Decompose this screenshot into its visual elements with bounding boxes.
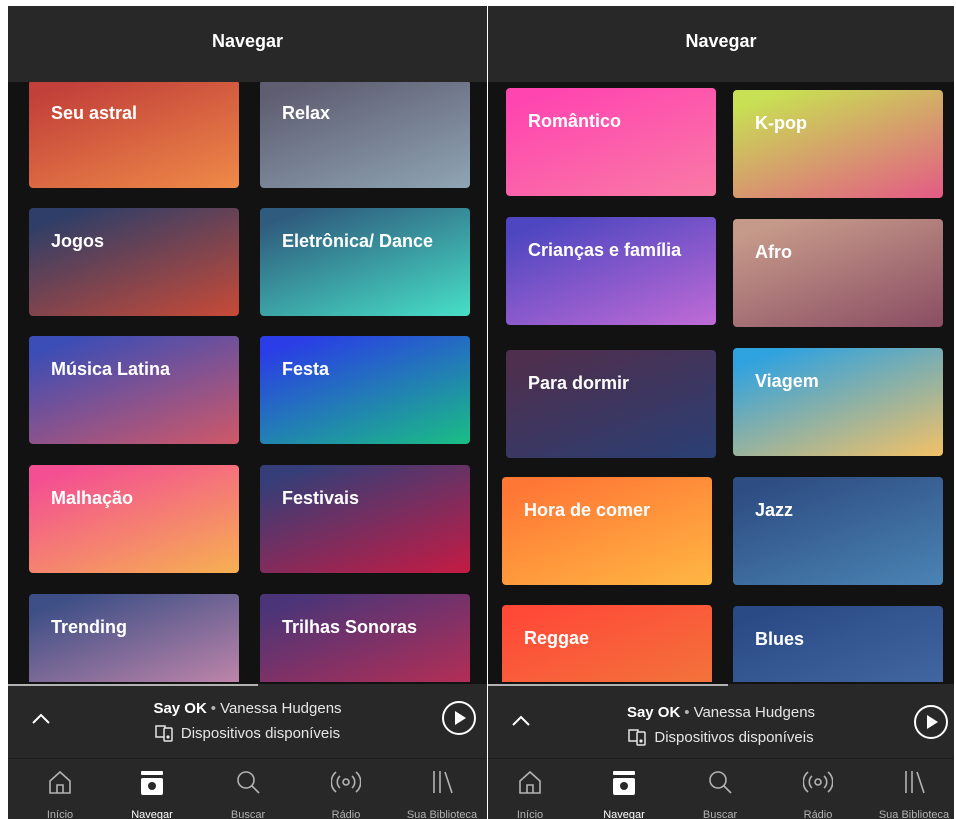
- now-playing-bar[interactable]: Say OK • Vanessa Hudgens Dispositivos disp…: [488, 684, 954, 758]
- category-tile[interactable]: Jazz: [733, 477, 943, 585]
- category-label: Trilhas Sonoras: [282, 617, 418, 637]
- category-label: Reggae: [524, 628, 590, 648]
- devices-row[interactable]: Dispositivos disponíveis: [488, 728, 954, 746]
- category-tile[interactable]: Hora de comer: [502, 477, 712, 585]
- search-icon: [709, 771, 732, 794]
- category-grid: Romântico K-pop Crianças e família Afro …: [488, 82, 954, 682]
- category-tile[interactable]: Festivais: [260, 465, 470, 573]
- play-icon[interactable]: [913, 704, 949, 740]
- category-label: Festa: [282, 359, 330, 379]
- browse-icon: [141, 771, 163, 795]
- category-tile[interactable]: Seu astral: [29, 82, 239, 188]
- tab-inicio[interactable]: Início: [20, 759, 100, 819]
- tab-buscar[interactable]: Buscar: [208, 759, 288, 819]
- devices-icon: [155, 725, 173, 742]
- tab-bar: Início Navegar Buscar Rádio Sua Bibliote…: [488, 758, 954, 819]
- tab-navegar[interactable]: Navegar: [584, 759, 664, 819]
- category-tile[interactable]: Música Latina: [29, 336, 239, 444]
- category-label: Eletrônica/ Dance: [282, 231, 434, 251]
- page-title: Navegar: [685, 30, 757, 51]
- category-tile[interactable]: Romântico: [506, 88, 716, 196]
- category-tile[interactable]: K-pop: [733, 90, 943, 198]
- category-label: Malhação: [51, 488, 134, 508]
- track-title: Say OK: [626, 704, 681, 721]
- tab-navegar[interactable]: Navegar: [112, 759, 192, 819]
- screen-right: Navegar Romântico K-pop Crianças e famíl…: [488, 6, 954, 819]
- devices-label: Dispositivos disponíveis: [180, 725, 341, 742]
- home-icon: [519, 770, 541, 794]
- track-title: Say OK: [153, 700, 207, 717]
- radio-icon: [803, 771, 833, 793]
- category-tile[interactable]: Para dormir: [506, 350, 716, 458]
- track-info: Say OK • Vanessa Hudgens: [488, 704, 954, 721]
- category-tile[interactable]: Jogos: [29, 208, 239, 316]
- tab-biblioteca[interactable]: Sua Biblioteca: [402, 759, 482, 819]
- library-icon: [905, 771, 925, 794]
- category-label: K-pop: [755, 113, 807, 133]
- tab-label: Sua Biblioteca: [406, 809, 478, 819]
- category-tile[interactable]: Viagem: [733, 348, 943, 456]
- progress-bar: [488, 684, 728, 686]
- category-tile[interactable]: Eletrônica/ Dance: [260, 208, 470, 316]
- tab-biblioteca[interactable]: Sua Biblioteca: [874, 759, 954, 819]
- play-icon[interactable]: [441, 700, 477, 736]
- devices-row[interactable]: Dispositivos disponíveis: [8, 724, 487, 742]
- screen-left: Navegar Seu astral Relax Jogos Eletrônic…: [8, 6, 487, 819]
- category-label: Jogos: [51, 231, 105, 251]
- category-tile[interactable]: Relax: [260, 82, 470, 188]
- browse-icon: [613, 771, 635, 795]
- category-label: Romântico: [528, 111, 622, 131]
- tab-inicio[interactable]: Início: [490, 759, 570, 819]
- page-title: Navegar: [211, 30, 284, 51]
- progress-bar: [8, 684, 258, 686]
- tab-radio[interactable]: Rádio: [778, 759, 858, 819]
- category-tile[interactable]: Trending: [29, 594, 239, 682]
- category-label: Para dormir: [528, 373, 630, 393]
- home-icon: [49, 770, 71, 794]
- tab-label: Sua Biblioteca: [878, 809, 950, 819]
- category-label: Seu astral: [51, 103, 138, 123]
- separator: •: [210, 700, 217, 717]
- category-label: Afro: [755, 242, 792, 262]
- devices-icon: [628, 729, 647, 746]
- tab-buscar[interactable]: Buscar: [680, 759, 760, 819]
- category-tile[interactable]: Crianças e família: [506, 217, 716, 325]
- radio-icon: [331, 771, 361, 793]
- now-playing-bar[interactable]: Say OK • Vanessa Hudgens Dispositivos disp…: [8, 684, 487, 758]
- category-label: Viagem: [755, 371, 819, 391]
- header: Navegar: [488, 6, 954, 82]
- category-label: Blues: [755, 629, 805, 649]
- track-info: Say OK • Vanessa Hudgens: [8, 700, 487, 717]
- header: Navegar: [8, 6, 487, 82]
- category-label: Crianças e família: [528, 240, 682, 260]
- separator: •: [684, 704, 690, 721]
- category-tile[interactable]: Malhação: [29, 465, 239, 573]
- category-label: Relax: [282, 103, 331, 123]
- category-label: Festivais: [282, 488, 360, 508]
- category-label: Jazz: [755, 500, 794, 520]
- category-grid: Seu astral Relax Jogos Eletrônica/ Dance…: [8, 82, 487, 682]
- category-tile[interactable]: Trilhas Sonoras: [260, 594, 470, 682]
- category-label: Trending: [51, 617, 127, 637]
- category-tile[interactable]: Afro: [733, 219, 943, 327]
- devices-label: Dispositivos disponíveis: [654, 729, 814, 746]
- category-label: Hora de comer: [524, 500, 651, 520]
- tab-bar: Início Navegar Buscar Rádio Sua Bibliote…: [8, 758, 487, 819]
- category-tile[interactable]: Festa: [260, 336, 470, 444]
- track-artist: Vanessa Hudgens: [220, 700, 342, 717]
- track-artist: Vanessa Hudgens: [693, 704, 816, 721]
- search-icon: [237, 771, 260, 794]
- category-tile[interactable]: Reggae: [502, 605, 712, 682]
- category-label: Música Latina: [51, 359, 171, 379]
- tab-radio[interactable]: Rádio: [306, 759, 386, 819]
- category-tile[interactable]: Blues: [733, 606, 943, 682]
- library-icon: [433, 771, 453, 794]
